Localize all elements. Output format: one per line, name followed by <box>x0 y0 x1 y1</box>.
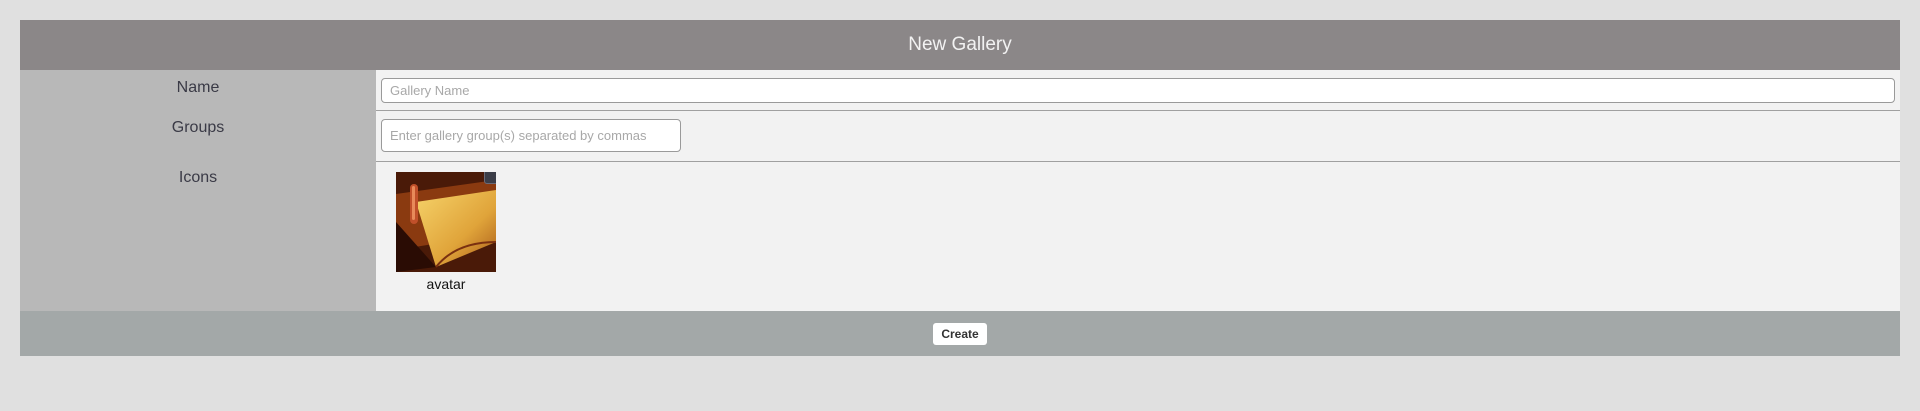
name-row <box>376 70 1900 111</box>
panel-header: New Gallery <box>20 20 1900 70</box>
selected-checkbox[interactable] <box>484 172 496 184</box>
open-book-image <box>396 172 496 272</box>
avatar-thumbnail[interactable] <box>396 172 496 272</box>
create-button[interactable]: Create <box>933 322 987 345</box>
name-label: Name <box>176 79 220 96</box>
new-gallery-panel: New Gallery Name Groups Icons Gallery Na… <box>20 20 1900 356</box>
field-column: avatar <box>376 70 1900 311</box>
icon-caption: avatar <box>426 276 466 292</box>
form-body: Name Groups Icons Gallery Name Enter gal… <box>20 70 1900 311</box>
page-title: New Gallery <box>908 34 1012 55</box>
gallery-name-input[interactable] <box>381 78 1895 103</box>
panel-footer: Create <box>20 311 1900 356</box>
label-column: Name Groups Icons <box>20 70 376 311</box>
groups-row <box>376 111 1900 162</box>
gallery-groups-input[interactable] <box>381 119 681 152</box>
icon-tile-avatar[interactable]: avatar <box>396 172 496 292</box>
icons-row: avatar <box>376 162 1900 311</box>
icons-label: Icons <box>178 169 218 186</box>
groups-label: Groups <box>171 119 225 136</box>
